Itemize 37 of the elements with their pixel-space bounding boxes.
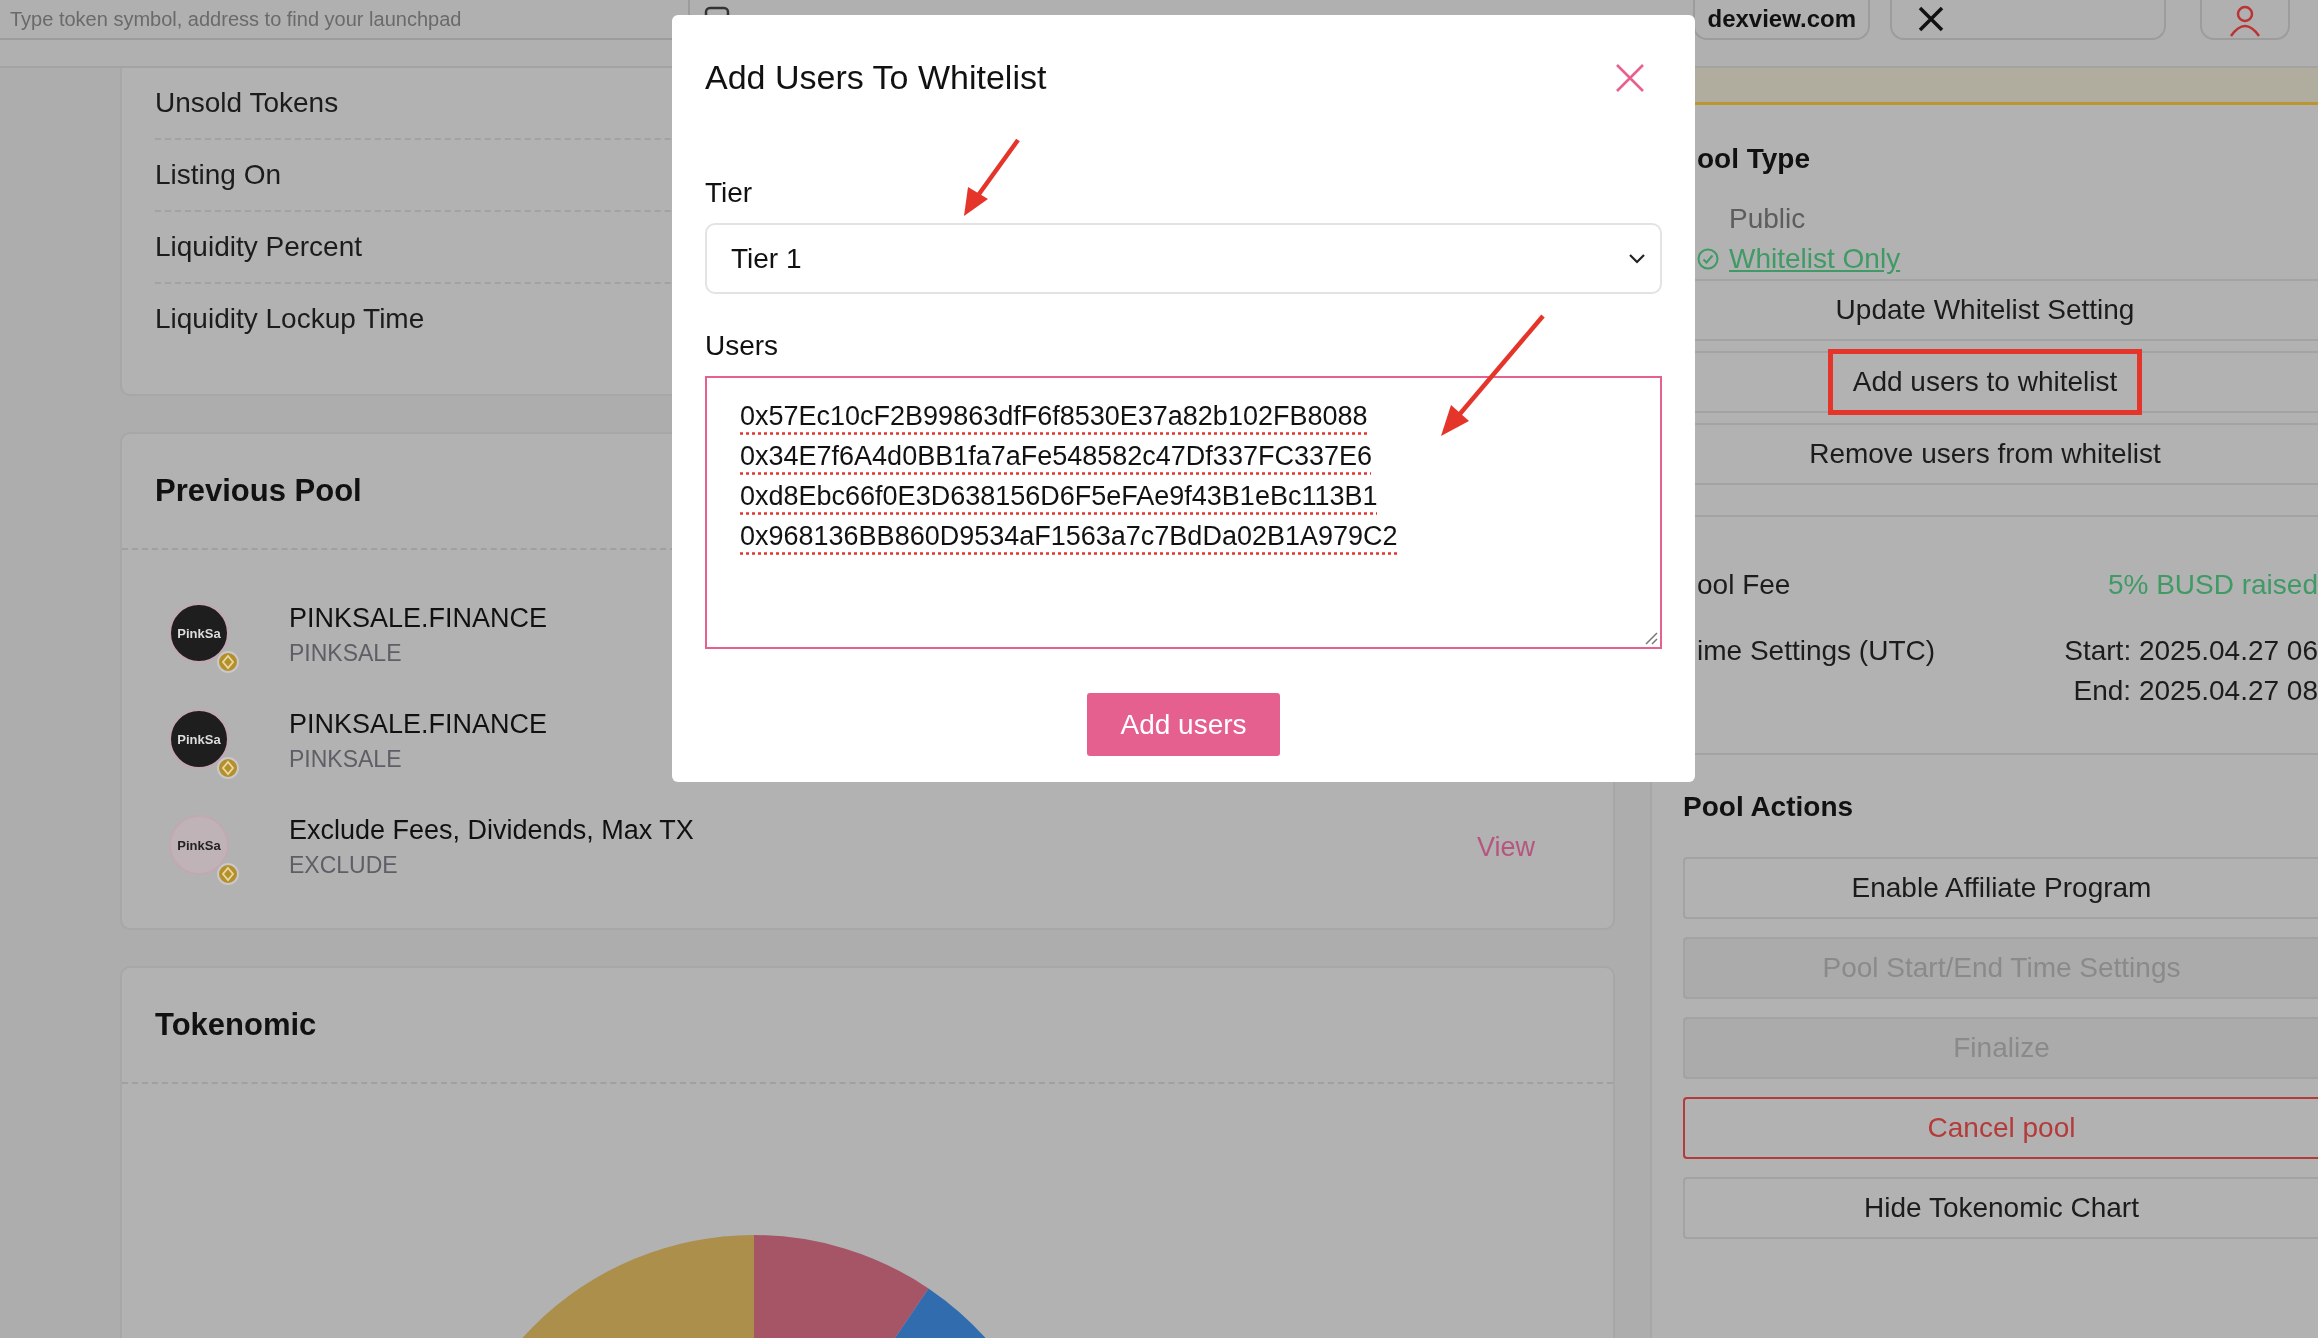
info-label: Liquidity Lockup Time <box>155 303 425 335</box>
field-label: ime Settings (UTC) <box>1697 635 1936 668</box>
pool-name: Exclude Fees, Dividends, Max TX <box>289 815 694 846</box>
token-logo: PinkSa <box>169 815 229 875</box>
field-label: ool Fee <box>1697 569 1791 601</box>
field-label: Users <box>705 330 780 362</box>
user-avatar[interactable] <box>2200 0 2290 40</box>
check-circle-icon <box>1697 248 1719 270</box>
end-time: End: 2025.04.27 08 <box>2073 675 2318 707</box>
token-logo: PinkSa <box>169 603 229 663</box>
section-title: Pool Actions <box>1683 791 1855 823</box>
chain-badge-icon <box>217 863 239 885</box>
chevron-down-icon <box>1628 252 1646 265</box>
chain-badge-icon <box>217 757 239 779</box>
pool-action-button[interactable]: Hide Tokenomic Chart <box>1683 1177 2318 1239</box>
users-textarea[interactable]: 0x57Ec10cF2B99863dfF6f8530E37a82b102FB8088 0x34E7f6A4d0BB1fa7aFe548582c47Df337FC337E6 0xd8Ebc66f0E3D638156D6F5eFAe9f43B1eBc113B1 0x968136BB860D9534aF1563a7c7BdDa02B1A979C2 <box>705 376 1662 649</box>
start-time: Start: 2025.04.27 06 <box>2064 635 2318 667</box>
section-title: Tokenomic <box>155 1007 317 1043</box>
pool-action-button[interactable]: Enable Affiliate Program <box>1683 857 2318 919</box>
info-label: Unsold Tokens <box>155 87 339 119</box>
pool-symbol: EXCLUDE <box>289 852 398 879</box>
pool-fee-value: 5% BUSD raised <box>2107 569 2318 601</box>
section-title: ool Type <box>1697 143 1812 175</box>
close-icon[interactable] <box>1615 62 1645 93</box>
pool-name: PINKSALE.FINANCE <box>289 603 548 634</box>
dialog-title: Add Users To Whitelist <box>705 58 1047 97</box>
pool-symbol: PINKSALE <box>289 746 402 773</box>
tier-select[interactable]: Tier 1 <box>705 223 1662 294</box>
field-label: Tier <box>705 177 754 209</box>
pool-symbol: PINKSALE <box>289 640 402 667</box>
info-label: Liquidity Percent <box>155 231 362 263</box>
section-title: Previous Pool <box>155 473 362 509</box>
pool-name: PINKSALE.FINANCE <box>289 709 548 740</box>
info-label: Listing On <box>155 159 282 191</box>
chain-badge-icon <box>217 651 239 673</box>
x-logo-icon <box>1916 4 1946 34</box>
token-logo: PinkSa <box>169 709 229 769</box>
